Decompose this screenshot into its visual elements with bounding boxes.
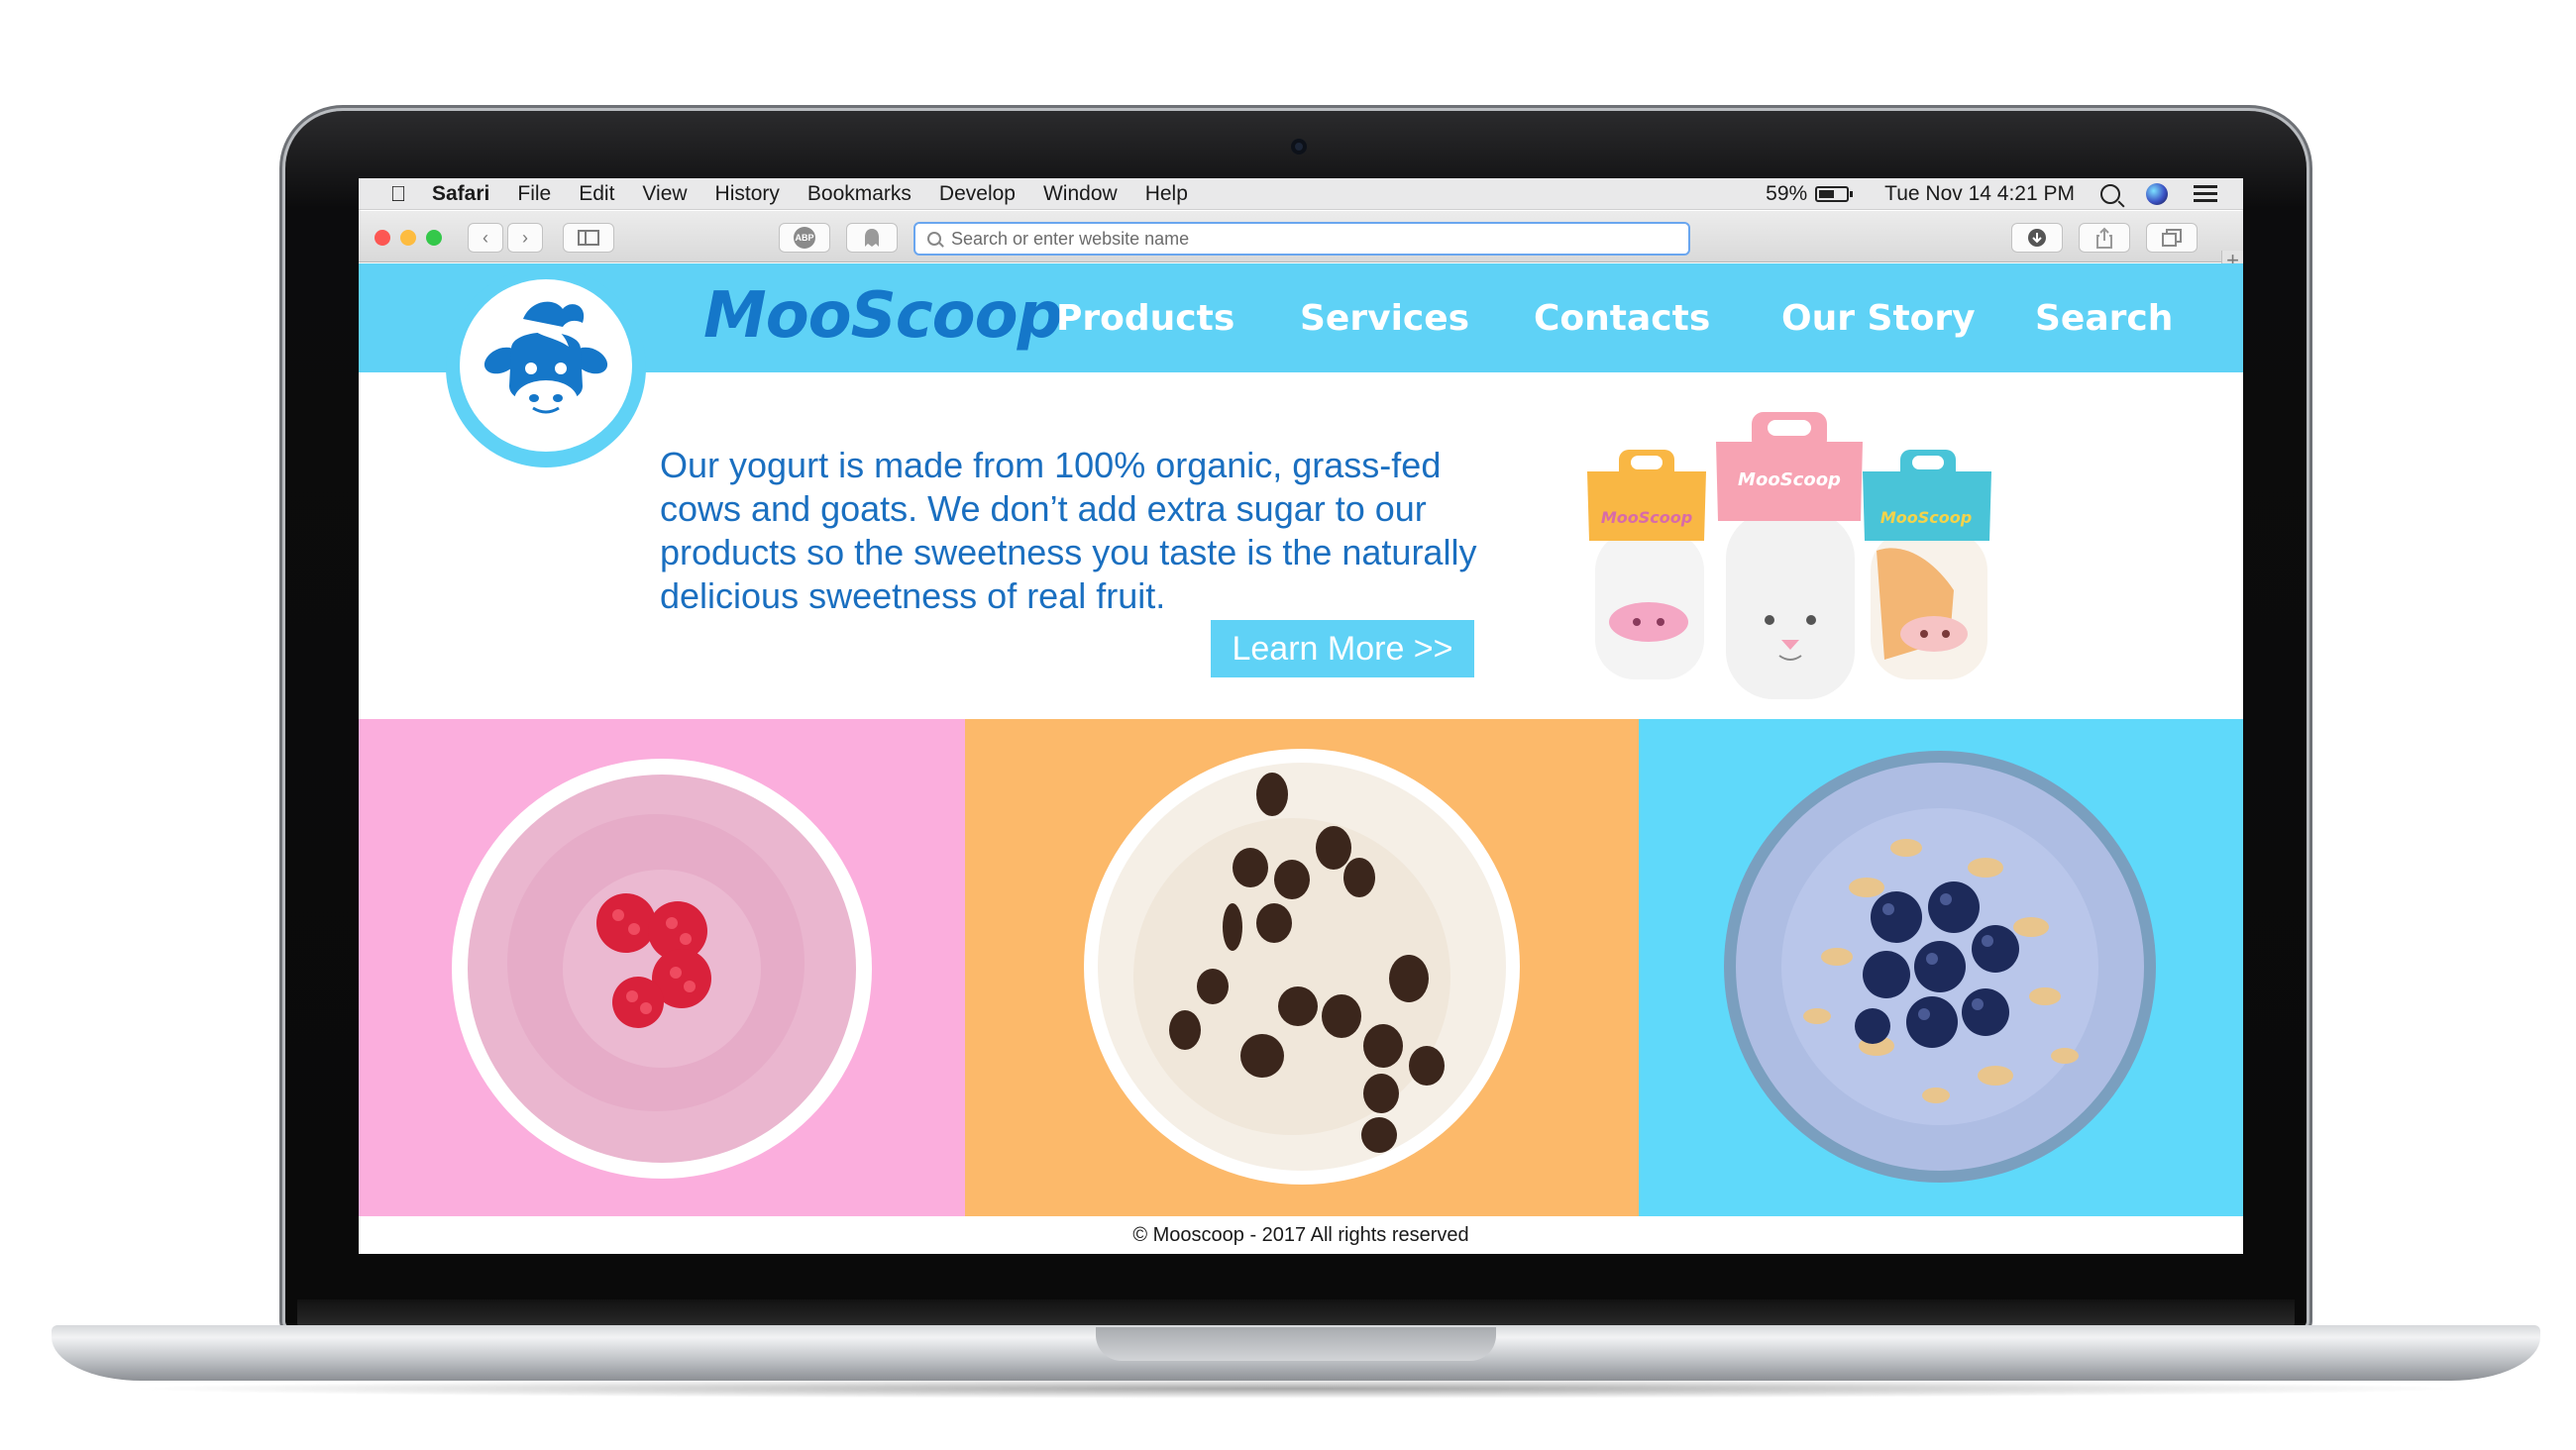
hero-description: Our yogurt is made from 100% organic, gr… <box>660 445 1477 616</box>
notification-center-icon[interactable] <box>2194 184 2217 203</box>
blueberry-granola-yogurt-bowl-image <box>1724 751 2156 1183</box>
raspberry-yogurt-bowl-image <box>452 759 872 1179</box>
downloads-button[interactable] <box>2011 223 2063 253</box>
logo-badge[interactable] <box>446 267 646 467</box>
battery-percent[interactable]: 59% <box>1766 182 1807 206</box>
product-tile-blueberry[interactable] <box>1639 719 2243 1216</box>
close-window-button[interactable] <box>375 230 390 246</box>
yogurt-bottles-image: MooScoop MooScoop MooScoop <box>1557 402 2033 719</box>
spotlight-search-icon[interactable] <box>2100 183 2120 204</box>
minimize-window-button[interactable] <box>400 230 416 246</box>
menu-view[interactable]: View <box>642 182 687 206</box>
bottle-vanilla: MooScoop <box>1587 450 1706 679</box>
battery-icon[interactable] <box>1815 185 1854 202</box>
menu-edit[interactable]: Edit <box>579 182 614 206</box>
safari-toolbar: ‹ › ABP Search or enter website name + <box>359 211 2243 272</box>
share-icon <box>2096 227 2112 249</box>
menu-develop[interactable]: Develop <box>939 182 1016 206</box>
learn-more-button[interactable]: Learn More >> <box>1211 620 1474 677</box>
bottle-brand-label: MooScoop <box>1738 469 1841 490</box>
menu-file[interactable]: File <box>517 182 551 206</box>
brand-logo-text[interactable]: MooScoop <box>703 279 1062 353</box>
clock[interactable]: Tue Nov 14 4:21 PM <box>1884 182 2075 206</box>
bottle-brand-label: MooScoop <box>1601 508 1692 527</box>
chocolate-chip-yogurt-bowl-image <box>1084 749 1520 1185</box>
address-bar[interactable]: Search or enter website name <box>913 222 1690 256</box>
apple-logo-icon[interactable]:  <box>384 181 412 207</box>
chevron-right-icon: › <box>522 227 528 248</box>
menu-help[interactable]: Help <box>1145 182 1188 206</box>
ghost-icon <box>865 229 879 247</box>
tabs-overview-button[interactable] <box>2146 223 2198 253</box>
bottle-blueberry: MooScoop <box>1863 450 1991 679</box>
back-button[interactable]: ‹ <box>468 223 503 253</box>
ghostery-button[interactable] <box>846 223 898 253</box>
sidebar-icon <box>578 230 599 246</box>
adblock-button[interactable]: ABP <box>779 223 830 253</box>
laptop-shadow <box>119 1379 2477 1398</box>
product-tile-chocolate[interactable] <box>965 719 1639 1216</box>
menu-window[interactable]: Window <box>1043 182 1118 206</box>
sidebar-toggle-button[interactable] <box>563 223 614 253</box>
chevron-left-icon: ‹ <box>483 227 488 248</box>
forward-button[interactable]: › <box>507 223 543 253</box>
nav-contacts[interactable]: Contacts <box>1534 263 1710 372</box>
nav-products[interactable]: Products <box>1056 263 1234 372</box>
download-icon <box>2028 229 2046 247</box>
laptop-screen:  Safari File Edit View History Bookmark… <box>359 178 2243 1254</box>
tabs-icon <box>2162 229 2182 247</box>
bottle-brand-label: MooScoop <box>1880 508 1972 527</box>
adblock-icon: ABP <box>794 227 815 249</box>
menu-history[interactable]: History <box>715 182 780 206</box>
nav-services[interactable]: Services <box>1300 263 1469 372</box>
nav-our-story[interactable]: Our Story <box>1781 263 1976 372</box>
menubar-status-area: 59% Tue Nov 14 4:21 PM <box>1740 182 2217 206</box>
nav-search[interactable]: Search <box>2035 263 2173 372</box>
share-button[interactable] <box>2079 223 2130 253</box>
siri-icon[interactable] <box>2146 182 2168 205</box>
macos-menubar:  Safari File Edit View History Bookmark… <box>359 178 2243 210</box>
menu-safari[interactable]: Safari <box>432 182 489 206</box>
address-placeholder: Search or enter website name <box>951 228 1190 249</box>
laptop-notch <box>1096 1327 1496 1361</box>
laptop-bezel-bottom <box>297 1299 2295 1327</box>
search-icon <box>927 232 941 246</box>
product-tile-raspberry[interactable] <box>359 719 965 1216</box>
webcam-icon <box>1291 139 1307 155</box>
menu-bookmarks[interactable]: Bookmarks <box>807 182 912 206</box>
cow-mascot-icon <box>460 279 632 452</box>
site-footer: © Mooscoop - 2017 All rights reserved <box>359 1216 2243 1254</box>
bottle-raspberry: MooScoop <box>1716 412 1863 699</box>
fullscreen-window-button[interactable] <box>426 230 442 246</box>
